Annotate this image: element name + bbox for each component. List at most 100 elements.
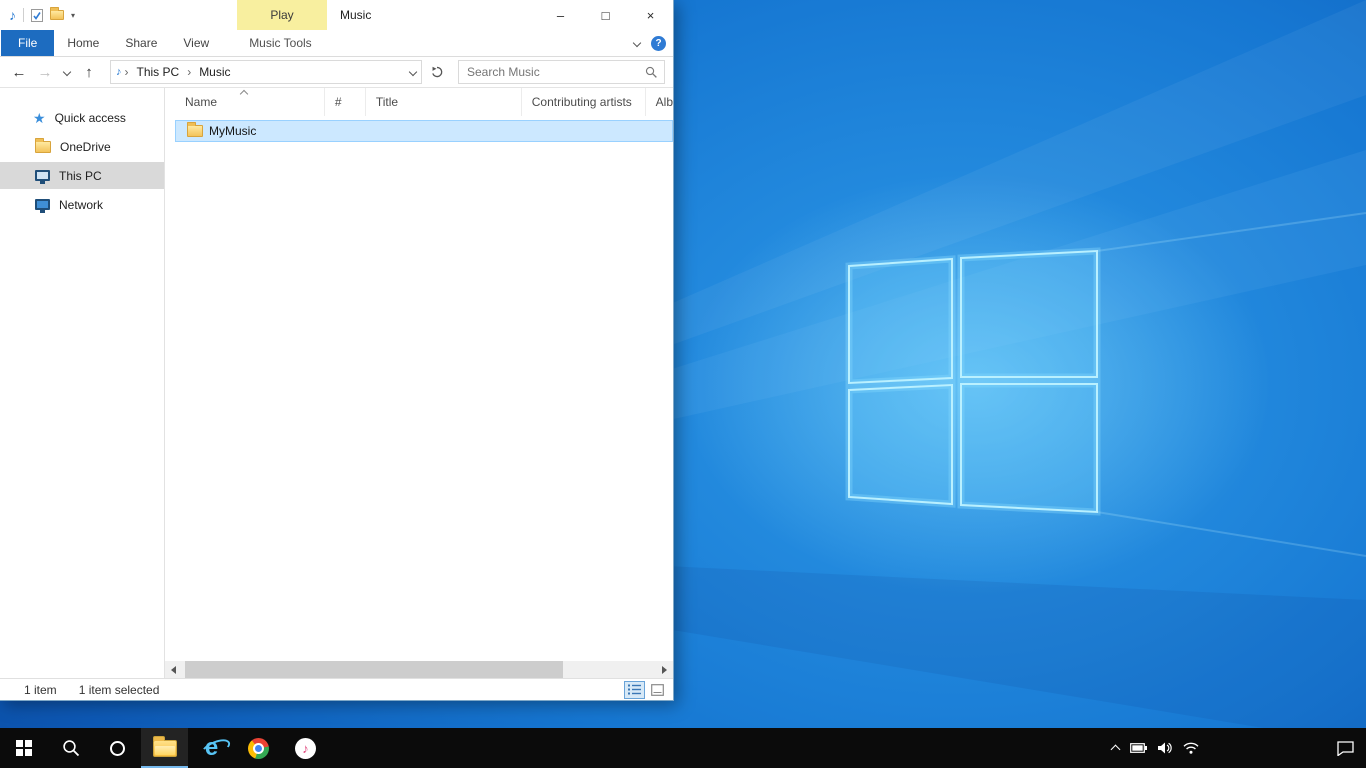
music-player-icon: ♪ (295, 738, 316, 759)
column-header-contributing-artists[interactable]: Contributing artists (522, 88, 646, 116)
address-bar[interactable]: ♪ › This PC › Music (110, 60, 422, 84)
window-title: Music (340, 0, 371, 30)
sidebar-item-label: This PC (59, 169, 102, 183)
sort-ascending-icon (240, 90, 248, 98)
network-wifi-icon[interactable] (1183, 742, 1199, 754)
file-rows: MyMusic (165, 116, 673, 661)
recent-locations-dropdown-icon[interactable] (60, 69, 74, 75)
internet-explorer-icon: e (205, 736, 218, 760)
tab-view[interactable]: View (170, 30, 222, 56)
window-body: ★ Quick access OneDrive This PC Network (0, 88, 673, 678)
status-bar: 1 item 1 item selected (0, 678, 673, 700)
taskbar-internet-explorer-button[interactable]: e (188, 728, 235, 768)
navigation-bar: ← → ↑ ♪ › This PC › Music (0, 57, 673, 88)
column-headers: Name # Title Contributing artists Alb (165, 88, 673, 116)
column-label: Title (376, 95, 398, 109)
help-icon[interactable]: ? (651, 36, 666, 51)
properties-icon[interactable] (31, 9, 43, 22)
taskbar-music-player-button[interactable]: ♪ (282, 728, 329, 768)
quick-access-toolbar: ♪ ▾ (0, 8, 75, 22)
refresh-icon[interactable] (426, 61, 448, 83)
column-header-number[interactable]: # (325, 88, 366, 116)
windows-logo-icon (16, 740, 32, 756)
file-explorer-icon (153, 740, 177, 757)
large-icons-view-button[interactable] (647, 681, 668, 699)
sidebar-item-label: OneDrive (60, 140, 111, 154)
taskbar-chrome-button[interactable] (235, 728, 282, 768)
column-label: # (335, 95, 342, 109)
minimize-ribbon-icon[interactable] (633, 39, 641, 47)
breadcrumb-separator: › (125, 65, 129, 79)
breadcrumb-this-pc[interactable]: This PC (132, 65, 185, 79)
scroll-left-icon[interactable] (165, 661, 182, 678)
desktop: ♪ ▾ Play Music – □ × File Home Share Vie… (0, 0, 1366, 768)
tab-home[interactable]: Home (54, 30, 112, 56)
column-header-name[interactable]: Name (165, 88, 325, 116)
contextual-tab-header-play[interactable]: Play (237, 0, 327, 30)
folder-icon (187, 125, 203, 137)
taskbar: e ♪ (0, 728, 1366, 768)
sidebar-item-label: Network (59, 198, 103, 212)
sidebar-item-this-pc[interactable]: This PC (0, 162, 164, 189)
up-button[interactable]: ↑ (78, 65, 100, 80)
new-folder-icon[interactable] (50, 10, 64, 20)
file-explorer-window: ♪ ▾ Play Music – □ × File Home Share Vie… (0, 0, 674, 701)
sidebar-item-onedrive[interactable]: OneDrive (0, 133, 164, 160)
file-list-view: Name # Title Contributing artists Alb (165, 88, 673, 678)
column-label: Alb (656, 95, 673, 109)
tab-music-tools[interactable]: Music Tools (236, 30, 324, 56)
search-icon (62, 739, 80, 757)
address-dropdown-icon[interactable] (409, 68, 417, 76)
breadcrumb-separator: › (187, 65, 191, 79)
battery-icon[interactable] (1130, 743, 1147, 753)
ribbon-tabs: File Home Share View Music Tools ? (0, 30, 673, 57)
app-music-icon[interactable]: ♪ (9, 8, 16, 22)
column-label: Contributing artists (532, 95, 632, 109)
minimize-button[interactable]: – (538, 0, 583, 30)
back-button[interactable]: ← (8, 65, 30, 80)
file-name: MyMusic (209, 124, 256, 138)
taskbar-file-explorer-button[interactable] (141, 728, 188, 768)
taskbar-search-button[interactable] (47, 728, 94, 768)
cortana-button[interactable] (94, 728, 141, 768)
titlebar[interactable]: ♪ ▾ Play Music – □ × (0, 0, 673, 30)
tab-file[interactable]: File (1, 30, 54, 56)
horizontal-scrollbar[interactable] (165, 661, 673, 678)
cortana-icon (110, 741, 125, 756)
scrollbar-thumb[interactable] (185, 661, 563, 678)
caption-buttons: – □ × (538, 0, 673, 30)
selection-count: 1 item selected (79, 683, 160, 697)
search-input[interactable] (465, 64, 641, 80)
navigation-pane: ★ Quick access OneDrive This PC Network (0, 88, 165, 678)
volume-icon[interactable] (1158, 742, 1172, 754)
search-icon[interactable] (645, 66, 658, 79)
sidebar-item-network[interactable]: Network (0, 191, 164, 218)
start-button[interactable] (0, 728, 47, 768)
this-pc-icon (35, 170, 50, 181)
column-header-album[interactable]: Alb (646, 88, 673, 116)
item-count: 1 item (24, 683, 57, 697)
quick-access-star-icon: ★ (33, 111, 46, 125)
network-icon (35, 199, 50, 210)
sidebar-item-label: Quick access (55, 111, 126, 125)
separator (23, 8, 24, 22)
sidebar-item-quick-access[interactable]: ★ Quick access (0, 104, 164, 131)
search-box (458, 60, 665, 84)
customize-qat-dropdown-icon[interactable]: ▾ (71, 11, 75, 20)
breadcrumb-music[interactable]: Music (194, 65, 235, 79)
column-header-title[interactable]: Title (366, 88, 522, 116)
maximize-button[interactable]: □ (583, 0, 628, 30)
chrome-icon (248, 738, 269, 759)
scroll-right-icon[interactable] (656, 661, 673, 678)
tab-share[interactable]: Share (112, 30, 170, 56)
system-tray (1112, 741, 1366, 756)
column-label: Name (185, 95, 217, 109)
file-row-mymusic[interactable]: MyMusic (175, 120, 673, 142)
location-music-icon: ♪ (116, 66, 122, 78)
forward-button[interactable]: → (34, 65, 56, 80)
action-center-icon[interactable] (1337, 741, 1354, 756)
onedrive-icon (35, 141, 51, 153)
details-view-button[interactable] (624, 681, 645, 699)
close-button[interactable]: × (628, 0, 673, 30)
tray-expand-icon[interactable] (1111, 745, 1121, 755)
